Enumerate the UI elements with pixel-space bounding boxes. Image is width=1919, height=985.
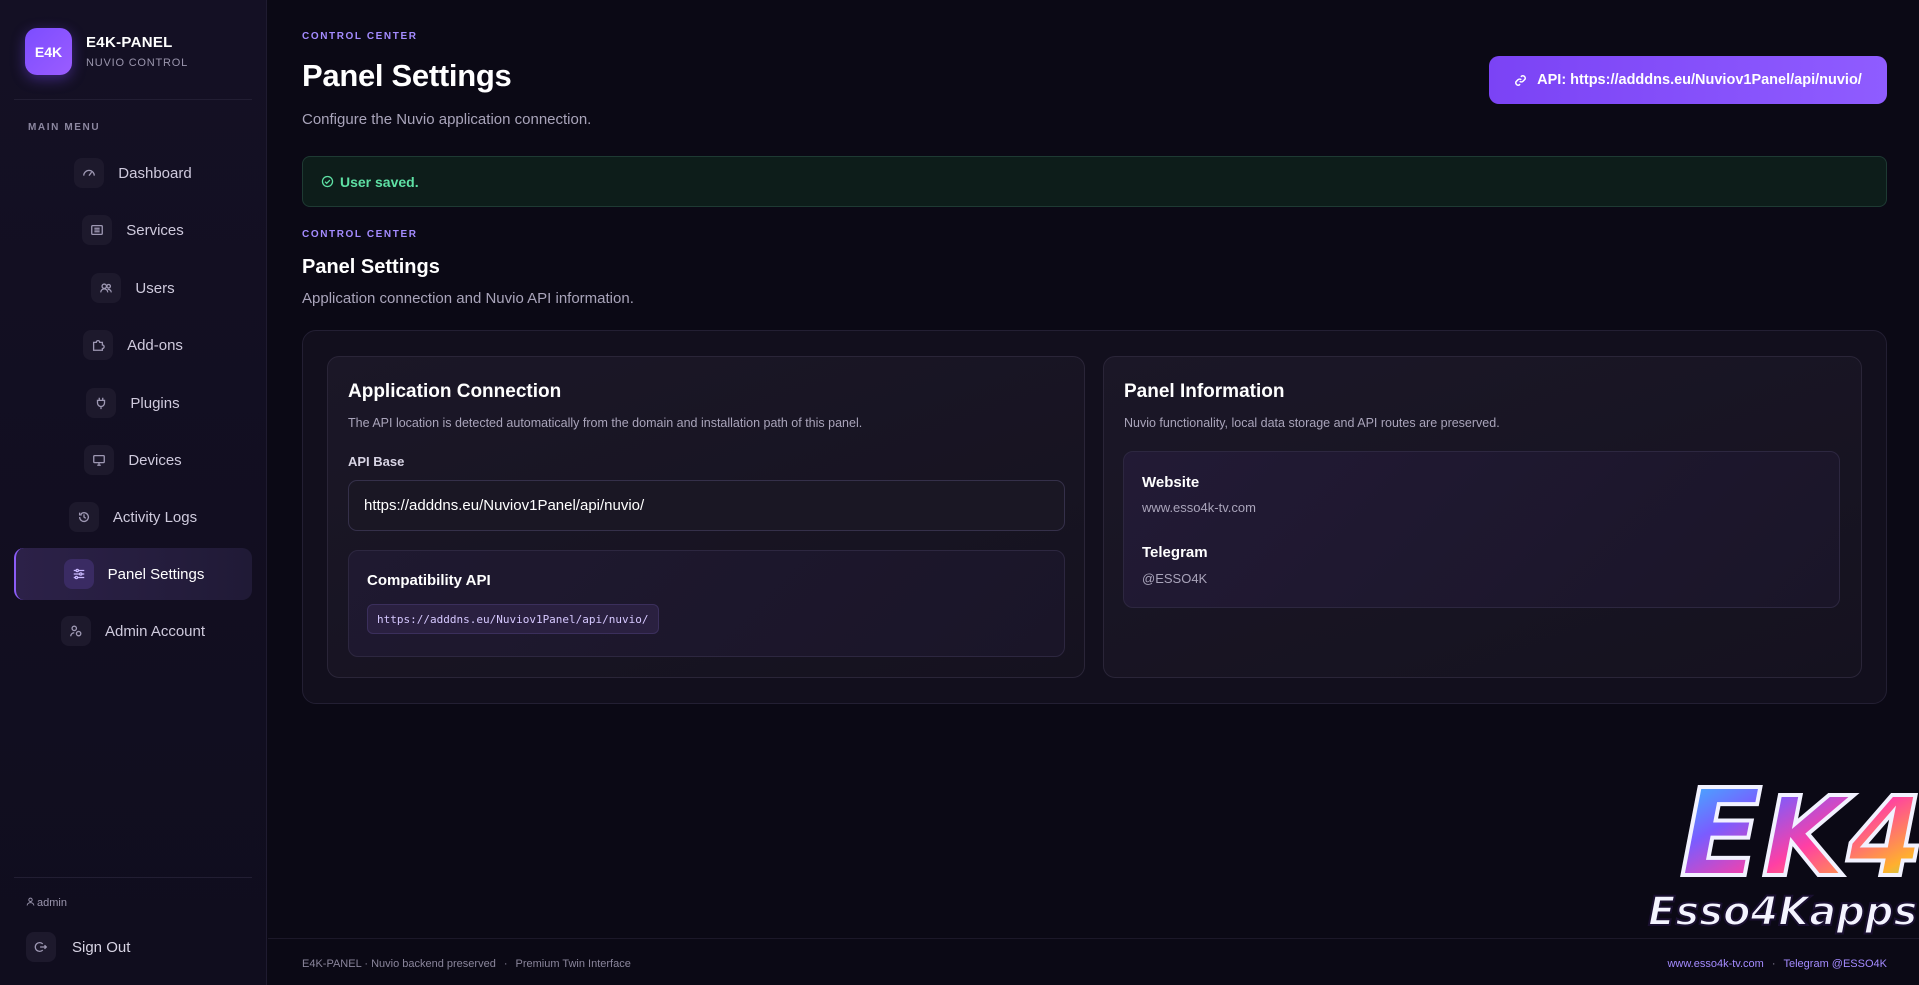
footer-website-link[interactable]: www.esso4k-tv.com <box>1667 958 1763 970</box>
logo-text-e4k: EK4 <box>1680 765 1919 904</box>
application-connection-card: Application Connection The API location … <box>327 356 1085 678</box>
header-eyebrow: CONTROL CENTER <box>302 31 418 42</box>
divider <box>14 877 252 878</box>
panel-information-card: Panel Information Nuvio functionality, l… <box>1103 356 1862 678</box>
brand-subtitle: NUVIO CONTROL <box>86 57 189 69</box>
history-icon <box>68 502 99 532</box>
telegram-value[interactable]: @ESSO4K <box>1142 571 1207 586</box>
footer-left: E4K-PANEL · Nuvio backend preserved · Prem… <box>302 958 631 970</box>
footer-divider <box>268 938 1919 939</box>
sidebar-item-label: Add-ons <box>127 336 183 354</box>
sidebar-item-admin-account[interactable]: Admin Account <box>14 605 252 657</box>
brand-name: E4K-PANEL <box>86 34 173 51</box>
website-value[interactable]: www.esso4k-tv.com <box>1142 500 1256 515</box>
user-icon <box>26 897 35 909</box>
puzzle-icon <box>83 330 114 360</box>
sidebar-item-panel-settings[interactable]: Panel Settings <box>14 548 252 600</box>
api-url-label: API: https://adddns.eu/Nuviov1Panel/api/… <box>1537 72 1862 88</box>
footer-right: www.esso4k-tv.com · Telegram @ESSO4K <box>1667 958 1887 970</box>
sign-out-button[interactable]: Sign Out <box>26 932 130 962</box>
sidebar-item-label: Users <box>135 279 175 297</box>
sidebar-item-label: Devices <box>128 451 182 469</box>
success-alert: User saved. <box>302 156 1887 207</box>
section-subtitle: Application connection and Nuvio API inf… <box>302 290 634 307</box>
list-icon <box>82 215 113 245</box>
website-label: Website <box>1142 474 1200 491</box>
monitor-icon <box>84 445 115 475</box>
telegram-label: Telegram <box>1142 544 1208 561</box>
current-user: admin <box>26 897 67 909</box>
card-description: Nuvio functionality, local data storage … <box>1124 416 1500 430</box>
sidebar-item-label: Panel Settings <box>107 565 205 583</box>
esso4kapps-logo: EK4 Esso4Kapps <box>1647 763 1919 936</box>
sign-out-icon <box>26 932 56 962</box>
sidebar-item-users[interactable]: Users <box>14 262 252 314</box>
compatibility-api-url[interactable]: https://adddns.eu/Nuviov1Panel/api/nuvio… <box>367 604 659 634</box>
section-eyebrow: CONTROL CENTER <box>302 229 418 240</box>
divider <box>14 99 252 100</box>
user-gear-icon <box>60 616 91 646</box>
footer-telegram-link[interactable]: Telegram @ESSO4K <box>1784 958 1888 970</box>
sidebar-item-label: Plugins <box>130 394 180 412</box>
users-icon <box>91 273 122 303</box>
menu-label: MAIN MENU <box>28 122 101 133</box>
api-base-input[interactable] <box>348 480 1065 531</box>
gauge-icon <box>74 158 105 188</box>
api-base-label: API Base <box>348 454 405 469</box>
page-title: Panel Settings <box>302 58 512 93</box>
sidebar-item-label: Services <box>126 221 184 239</box>
card-title: Panel Information <box>1124 381 1285 402</box>
check-circle-icon <box>321 175 334 188</box>
page-subtitle: Configure the Nuvio application connecti… <box>302 111 592 128</box>
link-icon <box>1515 74 1527 86</box>
footer-credit: E4K-PANEL · Nuvio backend preserved <box>302 958 496 970</box>
footer-tagline: Premium Twin Interface <box>515 958 631 970</box>
card-title: Application Connection <box>348 381 562 402</box>
sidebar-item-services[interactable]: Services <box>14 204 252 256</box>
sidebar-item-activity-logs[interactable]: Activity Logs <box>14 491 252 543</box>
brand-logo: E4K <box>25 28 72 75</box>
panel-info-box: Website www.esso4k-tv.com Telegram @ESSO… <box>1123 451 1840 608</box>
sidebar-item-label: Activity Logs <box>112 508 198 526</box>
sign-out-label: Sign Out <box>72 938 131 956</box>
brand[interactable]: E4K E4K-PANEL NUVIO CONTROL <box>25 28 188 75</box>
sidebar-item-plugins[interactable]: Plugins <box>14 377 252 429</box>
alert-text: User saved. <box>340 173 419 190</box>
sidebar-item-add-ons[interactable]: Add-ons <box>14 319 252 371</box>
sidebar-item-devices[interactable]: Devices <box>14 434 252 486</box>
sidebar-item-label: Admin Account <box>104 622 206 640</box>
card-description: The API location is detected automatical… <box>348 416 863 430</box>
sidebar: E4K E4K-PANEL NUVIO CONTROL MAIN MENU Da… <box>0 0 267 985</box>
section-title: Panel Settings <box>302 256 440 278</box>
logo-text-esso4kapps: Esso4Kapps <box>1648 889 1917 935</box>
sidebar-item-dashboard[interactable]: Dashboard <box>14 147 252 199</box>
api-url-button[interactable]: API: https://adddns.eu/Nuviov1Panel/api/… <box>1489 56 1887 104</box>
sliders-icon <box>63 559 94 589</box>
plug-icon <box>86 388 117 418</box>
sidebar-item-label: Dashboard <box>118 164 192 182</box>
compatibility-api-title: Compatibility API <box>367 572 491 589</box>
compatibility-api-box: Compatibility API https://adddns.eu/Nuvi… <box>348 550 1065 657</box>
username: admin <box>37 897 67 909</box>
